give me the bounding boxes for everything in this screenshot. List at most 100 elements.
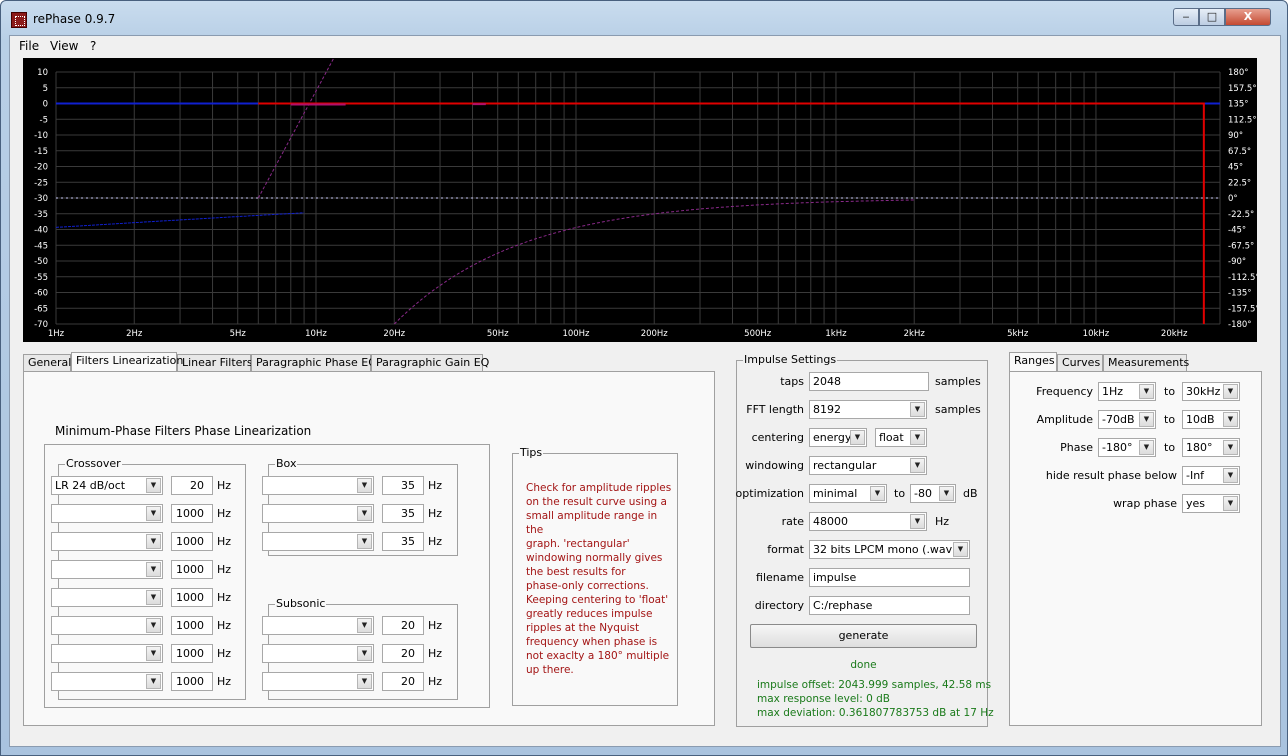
box-type-select[interactable]: ▼ bbox=[262, 504, 374, 523]
directory-input[interactable]: C:/rephase bbox=[809, 596, 970, 615]
format-select-value: 32 bits LPCM mono (.wav) bbox=[813, 543, 957, 556]
tab-paragraphic-gain-eq[interactable]: Paragraphic Gain EQ bbox=[371, 354, 489, 371]
hide-phase-select[interactable]: -Inf ▼ bbox=[1182, 466, 1240, 485]
menu-file[interactable]: File bbox=[19, 39, 39, 53]
crossover-type-select[interactable]: ▼ bbox=[51, 644, 163, 663]
windowing-select[interactable]: rectangular ▼ bbox=[809, 456, 927, 475]
crossover-type-select[interactable]: ▼ bbox=[51, 504, 163, 523]
amplitude-from-select[interactable]: -70dB ▼ bbox=[1098, 410, 1156, 429]
box-type-select[interactable]: ▼ bbox=[262, 476, 374, 495]
crossover-type-select[interactable]: LR 24 dB/oct ▼ bbox=[51, 476, 163, 495]
box-type-select[interactable]: ▼ bbox=[262, 532, 374, 551]
crossover-type-select[interactable]: ▼ bbox=[51, 588, 163, 607]
box-freq-input[interactable]: 35 bbox=[382, 532, 424, 551]
frequency-to-select[interactable]: 30kHz ▼ bbox=[1182, 382, 1240, 401]
chevron-down-icon[interactable]: ▼ bbox=[357, 534, 372, 549]
chevron-down-icon[interactable]: ▼ bbox=[910, 430, 925, 445]
centering-select[interactable]: energy ▼ bbox=[809, 428, 867, 447]
centering-mode-select[interactable]: float ▼ bbox=[875, 428, 927, 447]
chevron-down-icon[interactable]: ▼ bbox=[910, 402, 925, 417]
minimize-button[interactable]: ‒ bbox=[1173, 8, 1199, 26]
optimization-db-select[interactable]: -80 ▼ bbox=[910, 484, 956, 503]
subsonic-freq-input[interactable]: 20 bbox=[382, 616, 424, 635]
chevron-down-icon[interactable]: ▼ bbox=[953, 542, 968, 557]
chevron-down-icon[interactable]: ▼ bbox=[357, 618, 372, 633]
chevron-down-icon[interactable]: ▼ bbox=[1223, 384, 1238, 399]
tab-curves[interactable]: Curves bbox=[1057, 354, 1103, 371]
chevron-down-icon[interactable]: ▼ bbox=[146, 534, 161, 549]
crossover-freq-input[interactable]: 1000 bbox=[171, 504, 213, 523]
title-bar[interactable]: rePhase 0.9.7 ‒ □ X bbox=[1, 1, 1287, 35]
chevron-down-icon[interactable]: ▼ bbox=[1139, 412, 1154, 427]
menu-help[interactable]: ? bbox=[90, 39, 96, 53]
amplitude-axis-ticks: 10 5 0 -5 -10 -15 -20 -25 -30 -35 -40 -45 -50 -55 -60 -… bbox=[34, 68, 48, 330]
subsonic-freq-input[interactable]: 20 bbox=[382, 644, 424, 663]
tab-measurements[interactable]: Measurements bbox=[1103, 354, 1189, 371]
menu-view[interactable]: View bbox=[50, 39, 78, 53]
tab-linear-filters[interactable]: Linear Filters bbox=[177, 354, 253, 371]
close-button[interactable]: X bbox=[1225, 8, 1271, 26]
chevron-down-icon[interactable]: ▼ bbox=[1223, 412, 1238, 427]
chevron-down-icon[interactable]: ▼ bbox=[146, 506, 161, 521]
amplitude-from-select-value: -70dB bbox=[1102, 413, 1135, 426]
frequency-tick-label: 50Hz bbox=[487, 329, 509, 339]
crossover-freq-input[interactable]: 1000 bbox=[171, 644, 213, 663]
amplitude-to-select[interactable]: 10dB ▼ bbox=[1182, 410, 1240, 429]
crossover-type-select[interactable]: ▼ bbox=[51, 672, 163, 691]
crossover-freq-input[interactable]: 20 bbox=[171, 476, 213, 495]
box-freq-input[interactable]: 35 bbox=[382, 504, 424, 523]
response-graph[interactable]: 10 5 0 -5 -10 -15 -20 -25 -30 -35 -40 -45 -50 -55 -60 -… bbox=[23, 58, 1257, 342]
crossover-type-select[interactable]: ▼ bbox=[51, 616, 163, 635]
fft-length-select[interactable]: 8192 ▼ bbox=[809, 400, 927, 419]
chevron-down-icon[interactable]: ▼ bbox=[1223, 440, 1238, 455]
crossover-freq-input[interactable]: 1000 bbox=[171, 532, 213, 551]
chevron-down-icon[interactable]: ▼ bbox=[146, 478, 161, 493]
chevron-down-icon[interactable]: ▼ bbox=[1223, 496, 1238, 511]
maximize-button[interactable]: □ bbox=[1199, 8, 1225, 26]
tab-ranges[interactable]: Ranges bbox=[1009, 352, 1057, 371]
chevron-down-icon[interactable]: ▼ bbox=[146, 674, 161, 689]
crossover-type-select[interactable]: ▼ bbox=[51, 560, 163, 579]
phase-from-select[interactable]: -180° ▼ bbox=[1098, 438, 1156, 457]
tab-paragraphic-phase-eq[interactable]: Paragraphic Phase EQ bbox=[251, 354, 377, 371]
chevron-down-icon[interactable]: ▼ bbox=[357, 478, 372, 493]
chevron-down-icon[interactable]: ▼ bbox=[850, 430, 865, 445]
filters-linearization-panel: Minimum-Phase Filters Phase Linearizatio… bbox=[23, 371, 715, 726]
subsonic-type-select[interactable]: ▼ bbox=[262, 644, 374, 663]
crossover-freq-input[interactable]: 1000 bbox=[171, 672, 213, 691]
wrap-phase-select[interactable]: yes ▼ bbox=[1182, 494, 1240, 513]
chevron-down-icon[interactable]: ▼ bbox=[146, 646, 161, 661]
frequency-from-select[interactable]: 1Hz ▼ bbox=[1098, 382, 1156, 401]
chevron-down-icon[interactable]: ▼ bbox=[1223, 468, 1238, 483]
subsonic-type-select[interactable]: ▼ bbox=[262, 672, 374, 691]
chevron-down-icon[interactable]: ▼ bbox=[1139, 440, 1154, 455]
crossover-freq-input[interactable]: 1000 bbox=[171, 560, 213, 579]
generate-button[interactable]: generate bbox=[750, 624, 977, 648]
phase-tick-label: -45° bbox=[1228, 226, 1246, 236]
chevron-down-icon[interactable]: ▼ bbox=[939, 486, 954, 501]
crossover-freq-input[interactable]: 1000 bbox=[171, 616, 213, 635]
chevron-down-icon[interactable]: ▼ bbox=[146, 618, 161, 633]
rate-select[interactable]: 48000 ▼ bbox=[809, 512, 927, 531]
phase-to-select[interactable]: 180° ▼ bbox=[1182, 438, 1240, 457]
optimization-select[interactable]: minimal ▼ bbox=[809, 484, 887, 503]
filename-input[interactable]: impulse bbox=[809, 568, 970, 587]
tab-general[interactable]: General bbox=[23, 354, 71, 371]
subsonic-type-select[interactable]: ▼ bbox=[262, 616, 374, 635]
chevron-down-icon[interactable]: ▼ bbox=[146, 562, 161, 577]
chevron-down-icon[interactable]: ▼ bbox=[910, 514, 925, 529]
subsonic-freq-input[interactable]: 20 bbox=[382, 672, 424, 691]
chevron-down-icon[interactable]: ▼ bbox=[146, 590, 161, 605]
chevron-down-icon[interactable]: ▼ bbox=[357, 506, 372, 521]
chevron-down-icon[interactable]: ▼ bbox=[1139, 384, 1154, 399]
taps-input[interactable]: 2048 bbox=[809, 372, 929, 391]
format-select[interactable]: 32 bits LPCM mono (.wav) ▼ bbox=[809, 540, 970, 559]
crossover-freq-input[interactable]: 1000 bbox=[171, 588, 213, 607]
chevron-down-icon[interactable]: ▼ bbox=[357, 674, 372, 689]
tab-filters-linearization[interactable]: Filters Linearization bbox=[71, 352, 183, 371]
crossover-type-select[interactable]: ▼ bbox=[51, 532, 163, 551]
chevron-down-icon[interactable]: ▼ bbox=[910, 458, 925, 473]
chevron-down-icon[interactable]: ▼ bbox=[357, 646, 372, 661]
box-freq-input[interactable]: 35 bbox=[382, 476, 424, 495]
chevron-down-icon[interactable]: ▼ bbox=[870, 486, 885, 501]
